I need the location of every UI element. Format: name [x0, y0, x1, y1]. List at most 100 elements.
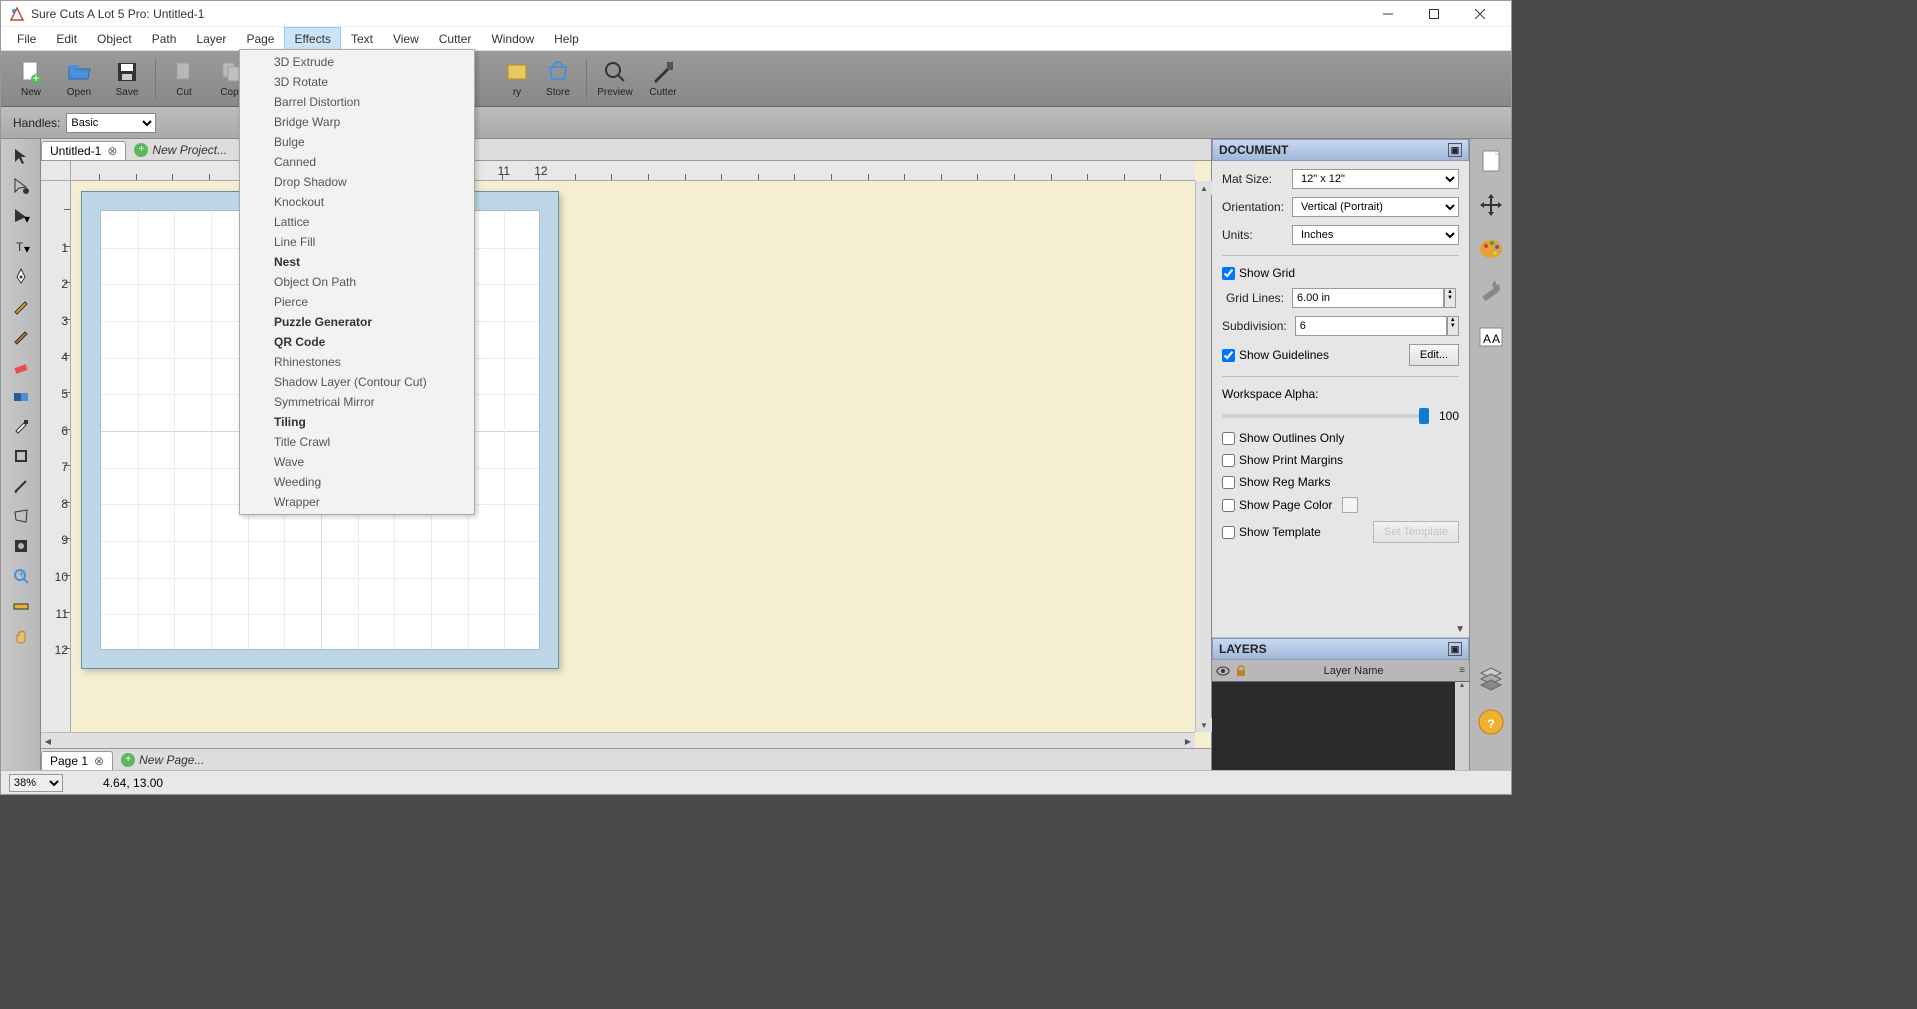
crop-tool[interactable]: [7, 443, 35, 469]
effects-menu-item[interactable]: Object On Path: [240, 272, 474, 292]
menu-text[interactable]: Text: [341, 27, 383, 50]
workspace-alpha-slider[interactable]: [1222, 414, 1429, 418]
show-grid-checkbox[interactable]: [1222, 267, 1235, 280]
cutter-button[interactable]: Cutter: [641, 55, 685, 103]
effects-menu-item[interactable]: Nest: [240, 252, 474, 272]
show-template-checkbox[interactable]: [1222, 526, 1235, 539]
effects-menu-item[interactable]: Pierce: [240, 292, 474, 312]
palette-icon[interactable]: [1475, 233, 1507, 265]
effects-menu-item[interactable]: Drop Shadow: [240, 172, 474, 192]
zoom-tool[interactable]: +: [7, 563, 35, 589]
new-button[interactable]: + New: [9, 55, 53, 103]
text-props-icon[interactable]: AA: [1475, 321, 1507, 353]
hand-tool[interactable]: [7, 623, 35, 649]
open-button[interactable]: Open: [57, 55, 101, 103]
menu-layer[interactable]: Layer: [186, 27, 236, 50]
store-button[interactable]: Store: [536, 55, 580, 103]
menu-edit[interactable]: Edit: [46, 27, 87, 50]
close-tab-icon[interactable]: ⊗: [107, 144, 117, 158]
mat-size-select[interactable]: 12" x 12": [1292, 169, 1459, 189]
menu-path[interactable]: Path: [142, 27, 187, 50]
layers-panel-header[interactable]: LAYERS ▣: [1212, 638, 1469, 660]
menu-help[interactable]: Help: [544, 27, 589, 50]
menu-window[interactable]: Window: [481, 27, 544, 50]
menu-view[interactable]: View: [383, 27, 429, 50]
page-color-swatch[interactable]: [1342, 497, 1358, 513]
show-print-margins-checkbox[interactable]: [1222, 454, 1235, 467]
effects-menu-item[interactable]: Lattice: [240, 212, 474, 232]
document-panel-header[interactable]: DOCUMENT ▣: [1212, 139, 1469, 161]
scroll-down-arrow[interactable]: ▼: [1196, 718, 1212, 732]
menu-cutter[interactable]: Cutter: [429, 27, 482, 50]
effects-menu-item[interactable]: Barrel Distortion: [240, 92, 474, 112]
effects-menu-item[interactable]: Knockout: [240, 192, 474, 212]
collapse-icon[interactable]: ▣: [1448, 642, 1462, 656]
lock-icon[interactable]: [1234, 664, 1248, 678]
scroll-right-arrow[interactable]: ▶: [1181, 733, 1195, 749]
menu-effects[interactable]: Effects: [284, 27, 340, 50]
effects-menu-item[interactable]: Canned: [240, 152, 474, 172]
scroll-up-arrow[interactable]: ▲: [1196, 181, 1212, 195]
ruler-tool[interactable]: [7, 593, 35, 619]
canvas-viewport[interactable]: 1112 123456789101112 ▲ ▼ ◀ ▶: [41, 161, 1211, 748]
effects-menu-item[interactable]: 3D Rotate: [240, 72, 474, 92]
eyedropper-tool[interactable]: [7, 413, 35, 439]
eye-icon[interactable]: [1216, 664, 1230, 678]
new-project-button[interactable]: + New Project...: [126, 139, 235, 160]
close-page-icon[interactable]: ⊗: [94, 754, 104, 768]
project-tab[interactable]: Untitled-1 ⊗: [41, 141, 126, 160]
layers-icon[interactable]: [1475, 662, 1507, 694]
preview-button[interactable]: Preview: [593, 55, 637, 103]
edit-tool[interactable]: [7, 173, 35, 199]
gradient-tool[interactable]: [7, 383, 35, 409]
horizontal-scrollbar[interactable]: ◀ ▶: [41, 732, 1195, 748]
effects-menu-item[interactable]: Puzzle Generator: [240, 312, 474, 332]
edit-guidelines-button[interactable]: Edit...: [1409, 344, 1459, 366]
effects-menu-item[interactable]: 3D Extrude: [240, 52, 474, 72]
show-page-color-checkbox[interactable]: [1222, 499, 1235, 512]
select-tool[interactable]: [7, 143, 35, 169]
pen-tool[interactable]: [7, 263, 35, 289]
wrench-icon[interactable]: [1475, 277, 1507, 309]
menu-object[interactable]: Object: [87, 27, 142, 50]
zoom-select[interactable]: 38%: [9, 774, 63, 792]
menu-page[interactable]: Page: [236, 27, 284, 50]
effects-menu-item[interactable]: Rhinestones: [240, 352, 474, 372]
stencil-tool[interactable]: [7, 533, 35, 559]
effects-menu-item[interactable]: Bulge: [240, 132, 474, 152]
save-button[interactable]: Save: [105, 55, 149, 103]
subdivision-input[interactable]: [1295, 316, 1447, 336]
help-icon[interactable]: ?: [1475, 706, 1507, 738]
set-template-button[interactable]: Set Template: [1373, 521, 1459, 543]
effects-menu-item[interactable]: Wrapper: [240, 492, 474, 512]
units-select[interactable]: Inches: [1292, 225, 1459, 245]
effects-menu-item[interactable]: QR Code: [240, 332, 474, 352]
knife-tool[interactable]: [7, 473, 35, 499]
pencil-tool[interactable]: [7, 293, 35, 319]
grid-lines-input[interactable]: [1292, 288, 1444, 308]
text-tool[interactable]: T▾: [7, 233, 35, 259]
effects-menu-item[interactable]: Symmetrical Mirror: [240, 392, 474, 412]
document-props-icon[interactable]: [1475, 145, 1507, 177]
orientation-select[interactable]: Vertical (Portrait): [1292, 197, 1459, 217]
page-tab[interactable]: Page 1 ⊗: [41, 751, 113, 770]
library-button[interactable]: ry: [502, 55, 532, 103]
effects-menu-item[interactable]: Wave: [240, 452, 474, 472]
handles-select[interactable]: Basic: [66, 113, 156, 133]
distort-tool[interactable]: [7, 503, 35, 529]
layer-menu-icon[interactable]: ≡: [1459, 665, 1465, 676]
effects-menu-item[interactable]: Bridge Warp: [240, 112, 474, 132]
collapse-icon[interactable]: ▣: [1448, 143, 1462, 157]
effects-menu-item[interactable]: Tiling: [240, 412, 474, 432]
minimize-button[interactable]: [1365, 1, 1411, 27]
menu-file[interactable]: File: [7, 27, 46, 50]
spinner-down[interactable]: ▼: [1448, 323, 1458, 329]
vertical-scrollbar[interactable]: ▲ ▼: [1195, 181, 1211, 732]
effects-menu-item[interactable]: Title Crawl: [240, 432, 474, 452]
effects-menu-item[interactable]: Weeding: [240, 472, 474, 492]
show-guidelines-checkbox[interactable]: [1222, 349, 1235, 362]
chevron-down-icon[interactable]: ▼: [1455, 624, 1465, 635]
brush-tool[interactable]: [7, 323, 35, 349]
show-outlines-checkbox[interactable]: [1222, 432, 1235, 445]
eraser-tool[interactable]: [7, 353, 35, 379]
